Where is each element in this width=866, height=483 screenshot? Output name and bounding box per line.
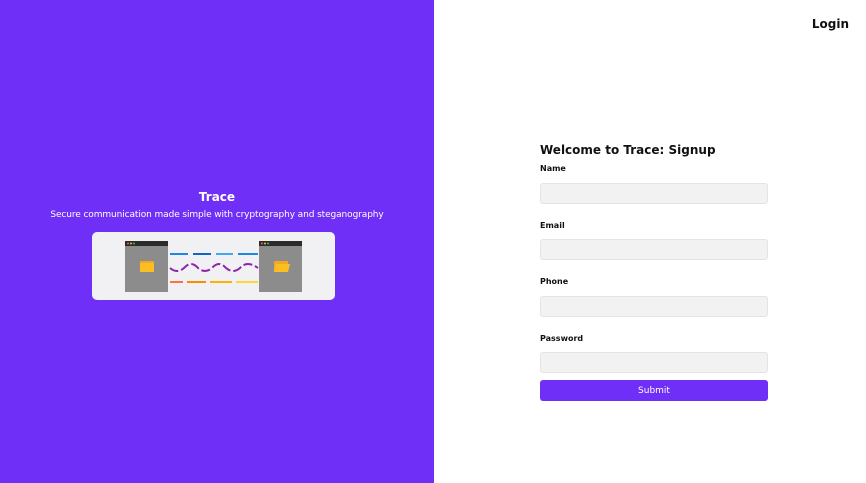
submit-button[interactable]: Submit	[540, 380, 768, 401]
phone-field[interactable]	[540, 295, 768, 317]
left-window-icon	[125, 241, 168, 292]
login-link[interactable]: Login	[812, 17, 849, 31]
name-field[interactable]	[540, 182, 768, 204]
email-field[interactable]	[540, 239, 768, 260]
right-window-icon	[259, 241, 302, 292]
folder-icon	[140, 261, 154, 272]
password-label: Password	[540, 333, 584, 343]
encryption-illustration	[92, 232, 335, 300]
data-stream-wave	[169, 263, 259, 272]
name-label: Name	[540, 164, 566, 173]
phone-label: Phone	[540, 277, 569, 286]
open-folder-icon	[274, 261, 290, 272]
brand-panel: Trace Secure communication made simple w…	[0, 0, 434, 483]
brand-tagline: Secure communication made simple with cr…	[50, 210, 384, 220]
form-title: Welcome to Trace: Signup	[540, 143, 716, 157]
signup-form: Welcome to Trace: Signup Name Email Phon…	[540, 142, 768, 401]
password-field[interactable]	[540, 352, 768, 373]
email-label: Email	[540, 220, 565, 230]
signup-panel: Login Welcome to Trace: Signup Name Emai…	[434, 0, 866, 483]
brand-title: Trace	[198, 190, 236, 204]
